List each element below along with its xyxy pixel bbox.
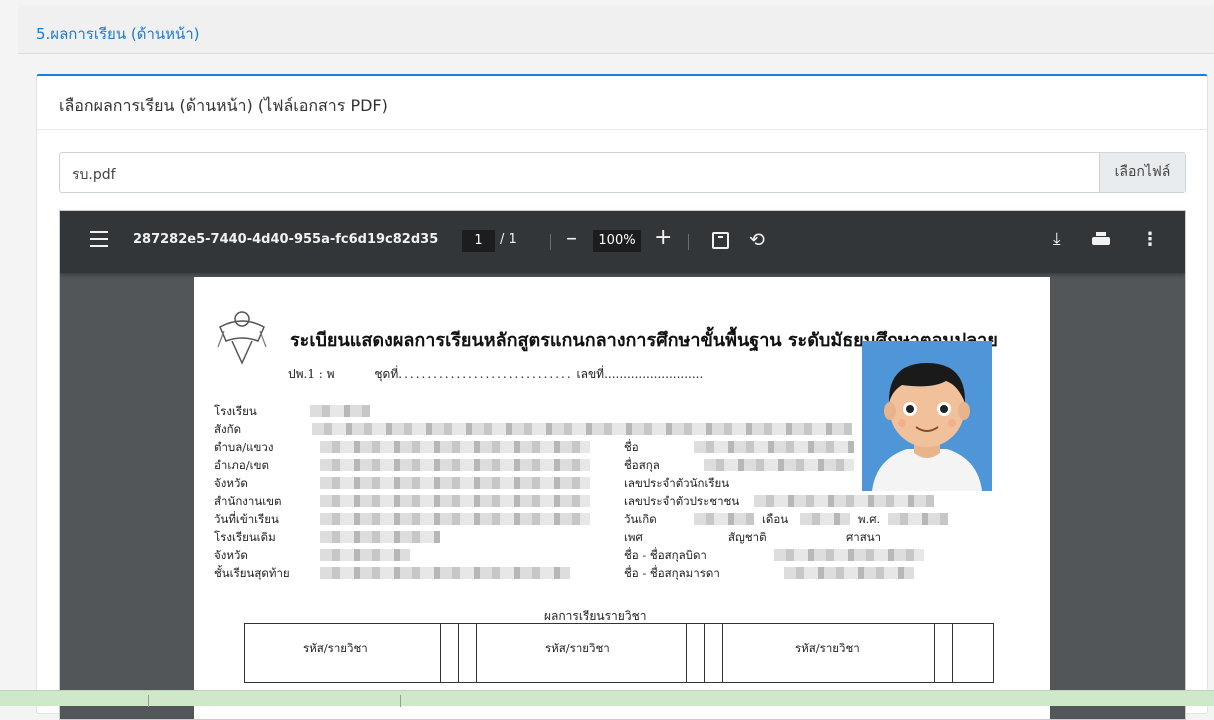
pdf-viewer[interactable]: 287282e5-7440-4d40-955a-fc6d19c82d35 1 /…	[59, 210, 1186, 720]
card-title: เลือกผลการเรียน (ด้านหน้า) (ไฟล์เอกสาร P…	[59, 96, 388, 115]
set-label: ชุดที่	[374, 367, 399, 381]
pdf-toolbar: 287282e5-7440-4d40-955a-fc6d19c82d35 1 /…	[60, 211, 1185, 273]
redacted-field	[320, 495, 590, 507]
label-nationality: สัญชาติ	[728, 530, 767, 544]
section-title: 5.ผลการเรียน (ด้านหน้า)	[36, 25, 200, 43]
redacted-field	[784, 567, 914, 579]
status-divider	[148, 695, 149, 707]
redacted-field	[800, 513, 850, 525]
redacted-field	[320, 531, 440, 543]
status-divider	[400, 695, 401, 707]
garuda-emblem-icon	[217, 311, 267, 365]
document-form-code: ปพ.1 : พ ชุดที่.........................…	[288, 367, 704, 381]
print-icon[interactable]	[1092, 232, 1110, 247]
section-header: 5.ผลการเรียน (ด้านหน้า)	[18, 6, 1214, 54]
redacted-field	[312, 423, 852, 435]
label-gender: เพศ	[624, 530, 643, 544]
redacted-field	[888, 513, 948, 525]
page-total: / 1	[500, 232, 517, 247]
redacted-field	[320, 567, 570, 579]
zoom-out-icon[interactable]: –	[566, 226, 577, 251]
number-label: เลขที่	[576, 367, 605, 381]
browse-file-button[interactable]: เลือกไฟล์	[1099, 153, 1185, 192]
label-student-id: เลขประจำตัวนักเรียน	[624, 476, 730, 490]
label-father-name: ชื่อ - ชื่อสกุลบิดา	[624, 548, 707, 562]
label-month: เดือน	[762, 512, 789, 526]
redacted-field	[320, 441, 590, 453]
label-religion: ศาสนา	[846, 530, 882, 544]
label-year: พ.ศ.	[858, 512, 881, 526]
more-icon[interactable]: ⋮	[1141, 229, 1159, 250]
label-district: อำเภอ/เขต	[214, 458, 269, 472]
redacted-field	[320, 459, 590, 471]
label-citizen-id: เลขประจำตัวประชาชน	[624, 494, 740, 508]
label-school: โรงเรียน	[214, 404, 257, 418]
zoom-level-input[interactable]: 100%	[593, 230, 641, 252]
file-input[interactable]: รบ.pdf เลือกไฟล์	[59, 152, 1186, 193]
label-last-class: ชั้นเรียนสุดท้าย	[214, 566, 290, 580]
zoom-in-icon[interactable]: +	[654, 225, 672, 250]
label-last-name: ชื่อสกุล	[624, 458, 660, 472]
redacted-field	[774, 549, 924, 561]
label-mother-name: ชื่อ - ชื่อสกุลมารดา	[624, 566, 720, 580]
fit-page-icon[interactable]	[712, 232, 729, 249]
redacted-field	[694, 513, 754, 525]
toolbar-divider	[688, 234, 689, 250]
label-birth-date: วันเกิด	[624, 512, 657, 526]
label-entry-date: วันที่เข้าเรียน	[214, 512, 279, 526]
grades-table: รหัส/รายวิชา รหัส/รายวิชา รหัส/รายวิชา	[244, 623, 994, 683]
label-office: สำนักงานเขต	[214, 494, 282, 508]
label-affiliation: สังกัด	[214, 422, 242, 436]
label-previous-province: จังหวัด	[214, 548, 248, 562]
redacted-field	[320, 477, 590, 489]
menu-icon[interactable]	[90, 231, 108, 247]
redacted-field	[694, 441, 854, 453]
pdf-filename: 287282e5-7440-4d40-955a-fc6d19c82d35	[133, 232, 439, 247]
status-bar	[0, 690, 1214, 707]
redacted-field	[320, 513, 590, 525]
label-subdistrict: ตำบล/แขวง	[214, 440, 274, 454]
page-number-input[interactable]: 1	[462, 230, 495, 252]
student-photo	[862, 341, 992, 491]
label-first-name: ชื่อ	[624, 440, 639, 454]
redacted-field	[754, 495, 934, 507]
column-header: รหัส/รายวิชา	[545, 641, 610, 655]
file-name: รบ.pdf	[72, 167, 116, 183]
column-header: รหัส/รายวิชา	[795, 641, 860, 655]
rotate-icon[interactable]: ⟲	[749, 229, 765, 251]
pdf-page: ระเบียนแสดงผลการเรียนหลักสูตรแกนกลางการศ…	[194, 277, 1050, 719]
download-icon[interactable]: ⤓	[1053, 229, 1061, 249]
upload-card: เลือกผลการเรียน (ด้านหน้า) (ไฟล์เอกสาร P…	[36, 74, 1208, 720]
redacted-field	[310, 405, 370, 417]
column-header: รหัส/รายวิชา	[303, 641, 368, 655]
redacted-field	[320, 549, 410, 561]
label-province: จังหวัด	[214, 476, 248, 490]
label-previous-school: โรงเรียนเดิม	[214, 530, 276, 544]
toolbar-divider	[550, 234, 551, 250]
card-header: เลือกผลการเรียน (ด้านหน้า) (ไฟล์เอกสาร P…	[37, 76, 1207, 130]
form-code: ปพ.1 : พ	[288, 367, 335, 381]
redacted-field	[704, 459, 854, 471]
